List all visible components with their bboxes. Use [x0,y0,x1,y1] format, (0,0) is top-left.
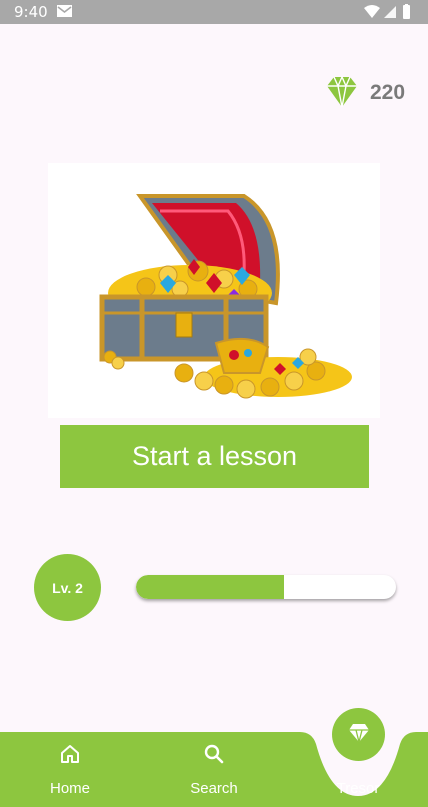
gem-counter: 220 [324,74,414,110]
status-time: 9:40 [14,3,48,21]
status-bar: 9:40 [0,0,428,24]
battery-icon [403,4,410,19]
start-lesson-button[interactable]: Start a lesson [60,425,369,488]
nav-label-home: Home [49,780,90,797]
nav-item-home[interactable]: Home [15,742,125,802]
home-icon [58,742,82,766]
mail-icon [57,5,72,17]
treasure-chest-illustration [48,163,380,418]
wifi-icon [364,5,380,18]
search-icon [202,742,226,766]
nav-label-tresor: Tresor [336,780,380,797]
level-badge: Lv. 2 [34,554,101,621]
gem-icon [324,74,360,110]
nav-label-search: Search [190,780,238,797]
gem-icon [348,723,370,746]
nav-item-search[interactable]: Search [159,742,269,802]
level-progress-bar [136,575,396,599]
status-icons [364,4,414,20]
gem-count: 220 [370,81,406,104]
signal-icon [384,6,396,18]
tresor-fab-button[interactable] [332,708,385,761]
level-progress-fill [136,575,285,599]
